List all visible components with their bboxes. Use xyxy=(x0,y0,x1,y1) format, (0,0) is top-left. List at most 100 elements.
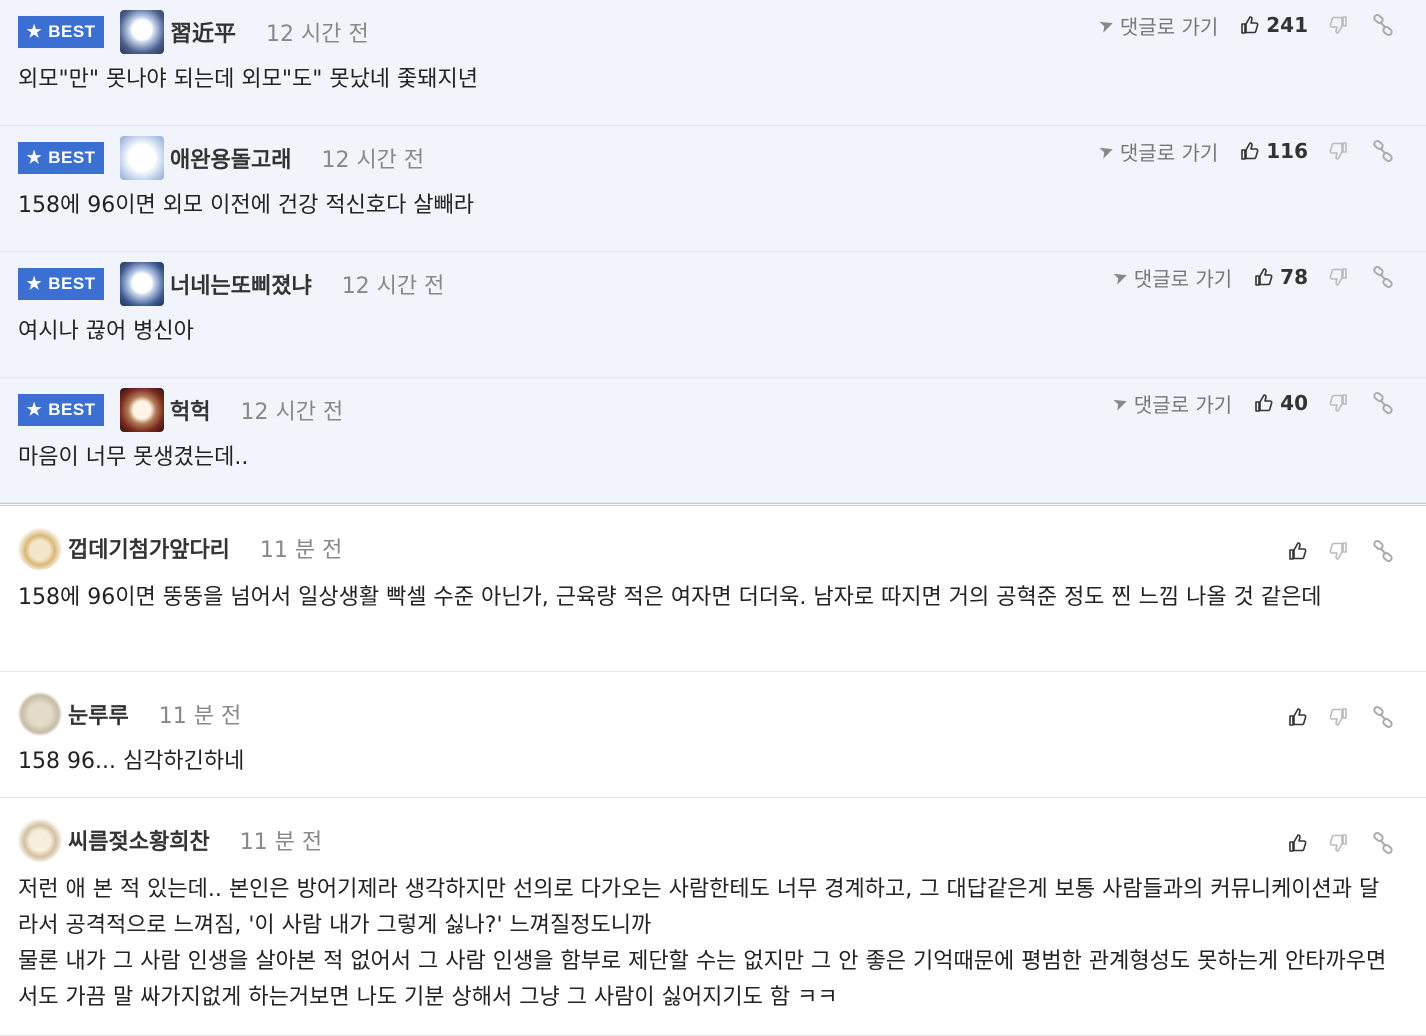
dislike-button[interactable] xyxy=(1328,393,1348,413)
like-count: 78 xyxy=(1280,265,1308,289)
nickname[interactable]: 헉헉 xyxy=(170,394,210,426)
best-comment: ★ BEST 習近平 12 시간 전 ➤ 댓글로 가기 241 외모"만" 못나야 … xyxy=(0,0,1426,126)
comment-actions: ➤ 댓글로 가기 116 xyxy=(1095,136,1394,166)
best-badge: ★ BEST xyxy=(18,142,104,174)
link-icon xyxy=(1373,540,1393,562)
dislike-button[interactable] xyxy=(1328,833,1348,853)
thumbs-up-icon xyxy=(1255,268,1273,286)
like-button[interactable] xyxy=(1288,833,1308,853)
like-count: 241 xyxy=(1266,13,1308,37)
copy-link-button[interactable] xyxy=(1372,540,1394,562)
best-comment-list: ★ BEST 習近平 12 시간 전 ➤ 댓글로 가기 241 외모"만" 못나야 … xyxy=(0,0,1426,506)
thumbs-up-icon xyxy=(1289,834,1307,852)
location-arrow-icon: ➤ xyxy=(1109,390,1131,416)
comment-actions xyxy=(1288,828,1394,858)
best-comment: ★ BEST 헉헉 12 시간 전 ➤ 댓글로 가기 40 마음이 너무 못생겼는데… xyxy=(0,378,1426,503)
nickname[interactable]: 애완용돌고래 xyxy=(170,142,291,174)
goto-comment-link[interactable]: ➤ 댓글로 가기 xyxy=(1109,389,1233,418)
comment-text: 마음이 너무 못생겼는데.. xyxy=(18,445,249,470)
copy-link-button[interactable] xyxy=(1372,832,1394,854)
link-icon xyxy=(1373,266,1393,288)
comment-header: 눈루루 11 분 전 xyxy=(18,692,241,736)
star-icon: ★ xyxy=(26,400,43,419)
goto-comment-link[interactable]: ➤ 댓글로 가기 xyxy=(1110,263,1233,292)
dislike-button[interactable] xyxy=(1328,15,1348,35)
thumbs-up-icon xyxy=(1241,16,1259,34)
timestamp: 12 시간 전 xyxy=(266,22,369,47)
timestamp: 11 분 전 xyxy=(239,830,323,855)
thumbs-down-icon xyxy=(1329,268,1347,286)
best-badge: ★ BEST xyxy=(18,16,104,48)
chihuahua-avatar-icon[interactable] xyxy=(18,526,62,570)
comment: 씨름젖소황희찬 11 분 전 저런 애 본 적 있는데.. 본인은 방어기제라 … xyxy=(0,798,1426,1036)
nickname[interactable]: 너네는또삐졌냐 xyxy=(170,268,312,300)
goto-comment-link[interactable]: ➤ 댓글로 가기 xyxy=(1095,137,1219,166)
timestamp: 12 시간 전 xyxy=(240,400,344,425)
like-button[interactable] xyxy=(1288,541,1308,561)
like-button[interactable]: 78 xyxy=(1254,265,1308,289)
thumbs-down-icon xyxy=(1329,834,1347,852)
best-comment: ★ BEST 애완용돌고래 12 시간 전 ➤ 댓글로 가기 116 158에 96… xyxy=(0,126,1426,252)
star-icon: ★ xyxy=(26,274,43,293)
comment-text: 저런 애 본 적 있는데.. 본인은 방어기제라 생각하지만 선의로 다가오는 … xyxy=(18,872,1396,1016)
link-icon xyxy=(1373,14,1393,36)
dislike-button[interactable] xyxy=(1328,267,1348,287)
like-button[interactable] xyxy=(1288,707,1308,727)
timestamp: 11 분 전 xyxy=(259,538,343,563)
comment-text: 외모"만" 못나야 되는데 외모"도" 못났네 좇돼지년 xyxy=(18,67,479,92)
dislike-button[interactable] xyxy=(1328,707,1348,727)
thumbs-down-icon xyxy=(1329,394,1347,412)
comment-header: 껍데기첨가앞다리 11 분 전 xyxy=(18,526,342,570)
comment-text: 158 96... 심각하긴하네 xyxy=(18,749,245,774)
dislike-button[interactable] xyxy=(1328,541,1348,561)
nickname[interactable]: 눈루루 xyxy=(68,698,129,730)
comment: 눈루루 11 분 전 158 96... 심각하긴하네 xyxy=(0,672,1426,798)
dislike-button[interactable] xyxy=(1328,141,1348,161)
goto-comment-link[interactable]: ➤ 댓글로 가기 xyxy=(1096,11,1219,40)
best-comment: ★ BEST 너네는또삐졌냐 12 시간 전 ➤ 댓글로 가기 78 여시나 끊어 … xyxy=(0,252,1426,378)
dog-avatar-icon[interactable] xyxy=(120,388,164,432)
thumbs-up-icon xyxy=(1289,708,1307,726)
thumbs-down-icon xyxy=(1329,542,1347,560)
nickname[interactable]: 習近平 xyxy=(170,16,236,48)
link-icon xyxy=(1373,832,1393,854)
best-badge: ★ BEST xyxy=(18,394,104,426)
comment-actions: ➤ 댓글로 가기 241 xyxy=(1096,10,1394,40)
comment-actions xyxy=(1288,536,1394,566)
copy-link-button[interactable] xyxy=(1372,14,1394,36)
puppy-avatar-icon[interactable] xyxy=(18,818,62,862)
timestamp: 12 시간 전 xyxy=(341,274,445,299)
best-badge: ★ BEST xyxy=(18,268,104,300)
nickname[interactable]: 씨름젖소황희찬 xyxy=(68,824,210,856)
link-icon xyxy=(1373,392,1393,414)
star-icon: ★ xyxy=(26,148,43,167)
comment-paragraph: 저런 애 본 적 있는데.. 본인은 방어기제라 생각하지만 선의로 다가오는 … xyxy=(18,877,1380,938)
comment-header: 씨름젖소황희찬 11 분 전 xyxy=(18,818,322,862)
copy-link-button[interactable] xyxy=(1372,392,1394,414)
comment-header: ★ BEST 헉헉 12 시간 전 xyxy=(18,388,343,432)
link-icon xyxy=(1373,706,1393,728)
dog-avatar-icon[interactable] xyxy=(120,10,164,54)
like-count: 40 xyxy=(1280,391,1308,415)
comment-text: 158에 96이면 뚱뚱을 넘어서 일상생활 빡셀 수준 아닌가, 근육량 적은… xyxy=(18,585,1322,610)
comment-actions: ➤ 댓글로 가기 78 xyxy=(1110,262,1394,292)
thumbs-up-icon xyxy=(1241,142,1259,160)
comment-header: ★ BEST 애완용돌고래 12 시간 전 xyxy=(18,136,424,180)
stone-avatar-icon[interactable] xyxy=(18,692,62,736)
star-icon: ★ xyxy=(26,22,43,41)
comment-actions: ➤ 댓글로 가기 40 xyxy=(1109,388,1394,418)
copy-link-button[interactable] xyxy=(1372,266,1394,288)
dog-avatar-icon[interactable] xyxy=(120,262,164,306)
comment-paragraph: 물론 내가 그 사람 인생을 살아본 적 없어서 그 사람 인생을 함부로 제단… xyxy=(18,949,1387,1010)
like-button[interactable]: 116 xyxy=(1240,139,1308,163)
copy-link-button[interactable] xyxy=(1372,706,1394,728)
location-arrow-icon: ➤ xyxy=(1095,138,1118,164)
comment-text: 158에 96이면 외모 이전에 건강 적신호다 살빼라 xyxy=(18,193,475,218)
like-button[interactable]: 241 xyxy=(1240,13,1308,37)
nickname[interactable]: 껍데기첨가앞다리 xyxy=(68,532,230,564)
copy-link-button[interactable] xyxy=(1372,140,1394,162)
thumbs-up-icon xyxy=(1289,542,1307,560)
like-button[interactable]: 40 xyxy=(1254,391,1308,415)
thumbs-down-icon xyxy=(1329,16,1347,34)
dog-avatar-icon[interactable] xyxy=(120,136,164,180)
